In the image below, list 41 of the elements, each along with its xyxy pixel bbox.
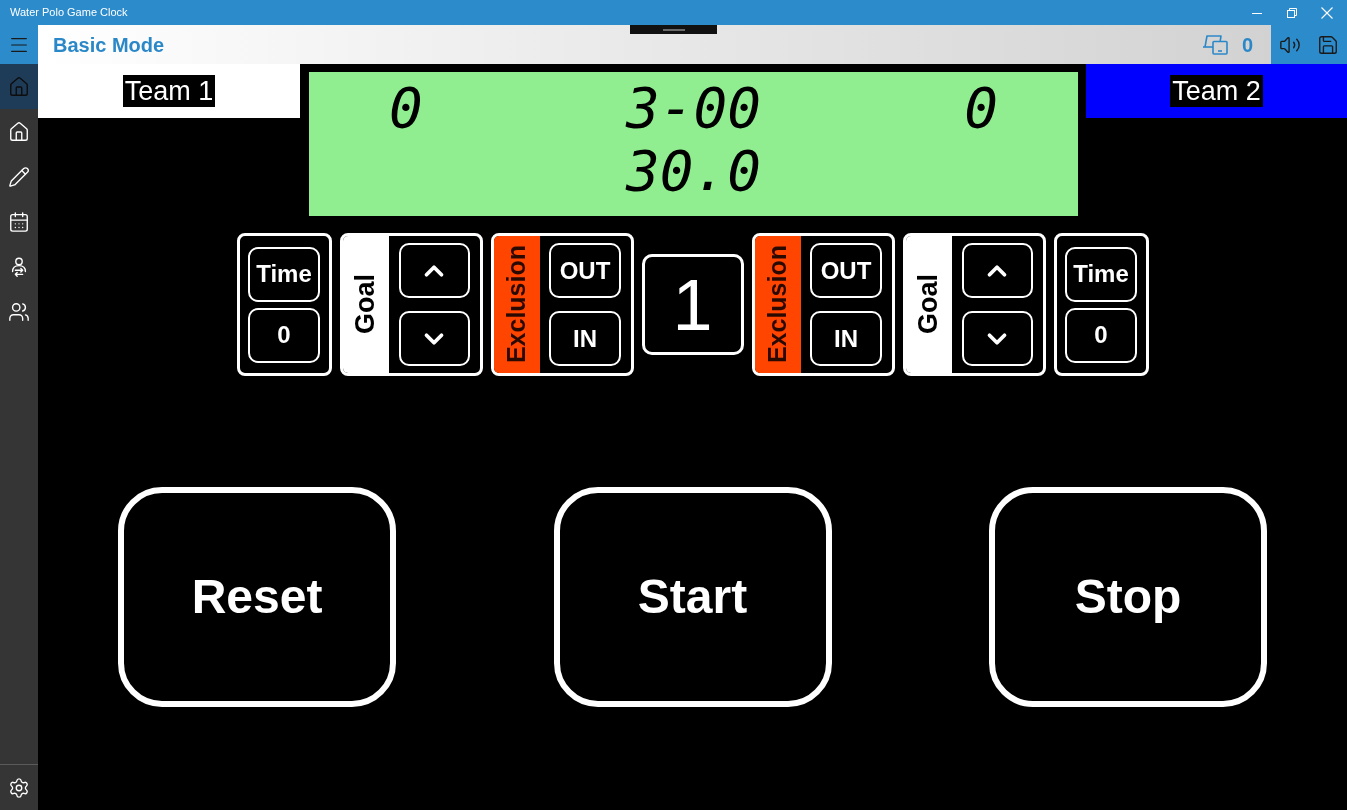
save-icon	[1317, 33, 1339, 56]
page-title: Basic Mode	[53, 32, 165, 58]
game-clock: 3-00	[626, 80, 761, 136]
goal-down-button[interactable]	[961, 311, 1033, 366]
clock-control-button[interactable]: Stop	[989, 487, 1267, 707]
drag-handle[interactable]	[630, 25, 717, 34]
timeout-count-button[interactable]: 0	[248, 307, 320, 363]
timeout-count-button[interactable]: 0	[1065, 307, 1137, 363]
shot-clock: 30.0	[626, 143, 761, 199]
people-icon	[8, 300, 30, 323]
away-score: 0	[964, 80, 998, 136]
goal-up-button[interactable]	[398, 243, 470, 298]
pencil-icon	[8, 165, 30, 188]
clock-control-button[interactable]: Start	[553, 487, 832, 707]
timeout-button[interactable]: Time	[248, 246, 320, 302]
home-score: 0	[389, 80, 423, 136]
home-icon	[8, 120, 30, 143]
hamburger-button[interactable]	[0, 25, 38, 64]
calendar-icon	[8, 210, 30, 233]
team-name: Team 1	[122, 75, 216, 107]
close-icon	[1320, 6, 1333, 19]
exclusion-in-button[interactable]: IN	[810, 311, 882, 366]
exclusion-in-button[interactable]: IN	[549, 311, 621, 366]
goal-down-button[interactable]	[398, 311, 470, 366]
goal-label: Goal	[915, 274, 942, 335]
settings-icon	[8, 776, 30, 799]
period-number: 1	[672, 268, 713, 341]
device-count: 0	[1241, 32, 1253, 58]
exclusion-out-button[interactable]: OUT	[810, 243, 882, 298]
timeout-button[interactable]: Time	[1065, 246, 1137, 302]
goal-up-button[interactable]	[961, 243, 1033, 298]
devices-icon	[1201, 34, 1228, 55]
restore-icon	[1286, 7, 1297, 18]
exclusion-out-button[interactable]: OUT	[549, 243, 621, 298]
exclusion-label: Exclusion	[765, 245, 790, 364]
window-title: Water Polo Game Clock	[10, 5, 128, 21]
team-name: Team 2	[1170, 75, 1263, 107]
exclusion-label: Exclusion	[504, 245, 529, 364]
clock-control-button[interactable]: Reset	[118, 487, 396, 707]
goal-label: Goal	[352, 274, 379, 335]
home-icon	[8, 75, 30, 98]
